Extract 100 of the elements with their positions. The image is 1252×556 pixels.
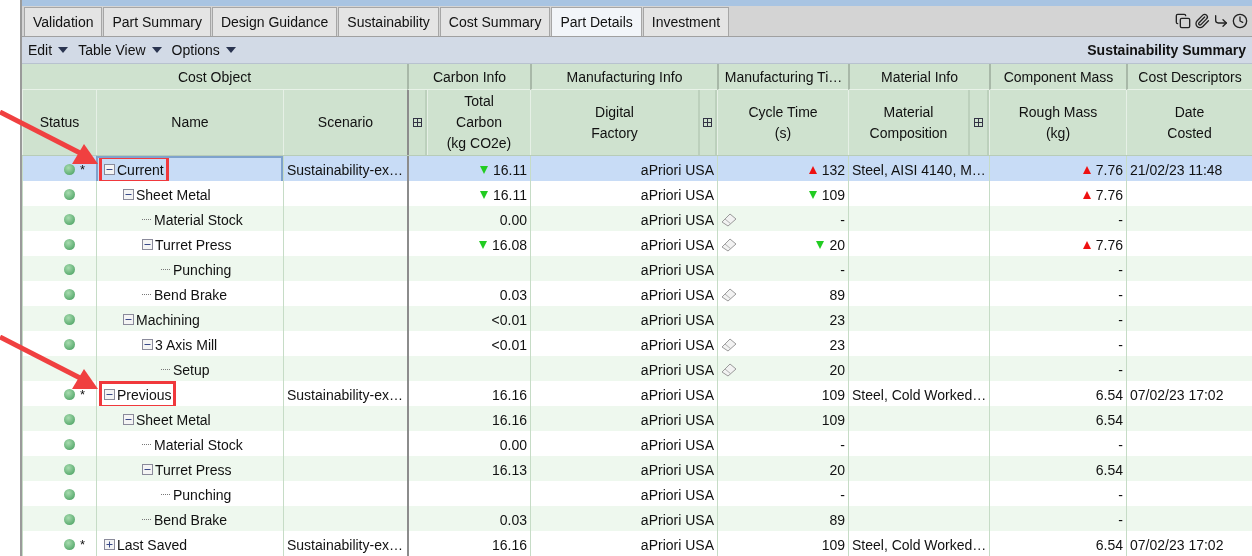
expand-columns-icon[interactable]	[974, 118, 983, 127]
table-cell: 109	[821, 411, 845, 428]
table-cell: aPriori USA	[640, 211, 714, 228]
table-row[interactable]: Setup aPriori USA 20 -	[22, 356, 1252, 381]
table-cell: -	[1118, 211, 1123, 228]
menu-button[interactable]: Table View	[78, 42, 162, 58]
collapse-icon[interactable]	[123, 414, 134, 425]
table-cell: <0.01	[491, 311, 527, 328]
column-header[interactable]: Rough Mass (kg)	[989, 90, 1126, 155]
column-header[interactable]: Digital Factory	[530, 90, 698, 155]
table-cell: Steel, Cold Worked…	[852, 536, 987, 553]
tab[interactable]: Cost Summary	[439, 7, 551, 36]
table-cell: 6.54	[1095, 536, 1123, 553]
table-row[interactable]: Sheet Metal 16.16 aPriori USA 109 6.54	[22, 406, 1252, 431]
collapse-icon[interactable]	[142, 339, 153, 350]
table-cell: 0.03	[499, 286, 527, 303]
caret-icon	[58, 47, 69, 53]
table-row[interactable]: Bend Brake 0.03 aPriori USA 89 -	[22, 281, 1252, 306]
table-cell: 16.16	[491, 411, 527, 428]
paperclip-icon[interactable]	[1194, 13, 1210, 29]
caret-icon	[151, 47, 162, 53]
table-cell: -	[840, 211, 845, 228]
table-cell: 109	[821, 186, 845, 203]
table-cell: 23	[829, 311, 845, 328]
table-cell: -	[1118, 336, 1123, 353]
table-cell: 16.11	[493, 186, 527, 203]
menu-button[interactable]: Options	[171, 42, 236, 58]
table-row[interactable]: Sheet Metal 16.11 aPriori USA 109 7.76	[22, 181, 1252, 206]
tab[interactable]: Sustainability	[338, 7, 439, 36]
table-cell: 0.00	[499, 436, 527, 453]
collapse-icon[interactable]	[123, 314, 134, 325]
expand-columns-icon[interactable]	[412, 118, 422, 127]
table-row[interactable]: * Previous Sustainability-ex… 16.16 aPriori USA 109 Steel, Cold Worked… 6.54 07/02/23 17:02	[22, 381, 1252, 406]
tree-item-label: Machining	[136, 311, 200, 328]
column-header[interactable]: Date Costed	[1126, 90, 1252, 155]
expand-icon[interactable]	[104, 539, 115, 550]
tree-item-label: Sheet Metal	[136, 411, 211, 428]
table-row[interactable]: * Current Sustainability-ex… 16.11 aPriori USA 132 Steel, AISI 4140, M… 7.76 21/02/23 11:48	[22, 156, 1252, 181]
tab[interactable]: Part Summary	[103, 7, 211, 36]
tree-item-label: Material Stock	[154, 211, 243, 228]
column-header[interactable]: Total Carbon (kg CO2e)	[427, 90, 530, 155]
table-cell: <0.01	[491, 336, 527, 353]
table-cell: aPriori USA	[640, 261, 714, 278]
expand-columns-icon[interactable]	[703, 118, 712, 127]
table-cell: aPriori USA	[640, 186, 714, 203]
table-row[interactable]: Material Stock 0.00 aPriori USA - -	[22, 206, 1252, 231]
tree-item-label: Turret Press	[155, 236, 232, 253]
tab[interactable]: Investment	[642, 7, 730, 36]
table-cell: 6.54	[1095, 386, 1123, 403]
menu-button[interactable]: Edit	[28, 42, 69, 58]
table-cell: 109	[821, 386, 845, 403]
tree-item-label: Bend Brake	[154, 286, 228, 303]
tab[interactable]: Design Guidance	[211, 7, 338, 36]
table-row[interactable]: Turret Press 16.13 aPriori USA 20 6.54	[22, 456, 1252, 481]
table-cell: 16.08	[491, 236, 527, 253]
table-cell: 07/02/23 17:02	[1130, 386, 1224, 403]
table-row[interactable]: Punching aPriori USA - -	[22, 481, 1252, 506]
view-title: Sustainability Summary	[1087, 42, 1246, 58]
column-header[interactable]: Cycle Time (s)	[717, 90, 848, 155]
table-cell: 23	[829, 336, 845, 353]
table-row[interactable]: * Last Saved Sustainability-ex… 16.16 aPriori USA 109 Steel, Cold Worked… 6.54 07/02/23 17:02	[22, 531, 1252, 556]
modified-marker: *	[80, 537, 86, 552]
tree-item-label: Setup	[173, 361, 210, 378]
column-header[interactable]: Scenario	[283, 90, 407, 155]
collapse-icon[interactable]	[142, 239, 153, 250]
table-row[interactable]: Machining <0.01 aPriori USA 23 -	[22, 306, 1252, 331]
column-header[interactable]: Material Composition	[848, 90, 968, 155]
connector-icon[interactable]	[1213, 13, 1229, 29]
table-row[interactable]: Punching aPriori USA - -	[22, 256, 1252, 281]
table-cell: -	[1118, 436, 1123, 453]
copy-icon[interactable]	[1175, 13, 1191, 29]
table-cell: -	[840, 436, 845, 453]
collapse-icon[interactable]	[142, 464, 153, 475]
table-row[interactable]: 3 Axis Mill <0.01 aPriori USA 23 -	[22, 331, 1252, 356]
table-cell: Steel, AISI 4140, M…	[852, 161, 986, 178]
table-cell: 0.03	[499, 511, 527, 528]
table-cell: 16.16	[491, 536, 527, 553]
table-cell: -	[1118, 486, 1123, 503]
tree-item-label: Turret Press	[155, 461, 232, 478]
column-header[interactable]: Name	[96, 90, 283, 155]
table-cell: aPriori USA	[640, 536, 714, 553]
table-cell: -	[840, 261, 845, 278]
table-cell: aPriori USA	[640, 311, 714, 328]
table-cell: 0.00	[499, 211, 527, 228]
table-cell: aPriori USA	[640, 486, 714, 503]
tab[interactable]: Part Details	[551, 7, 642, 36]
table-cell: aPriori USA	[640, 361, 714, 378]
table-cell: aPriori USA	[640, 286, 714, 303]
table-row[interactable]: Bend Brake 0.03 aPriori USA 89 -	[22, 506, 1252, 531]
tab[interactable]: Validation	[24, 7, 103, 36]
table-cell: 109	[821, 536, 845, 553]
collapse-icon[interactable]	[104, 389, 115, 400]
modified-marker: *	[80, 162, 86, 177]
table-row[interactable]: Turret Press 16.08 aPriori USA 20 7.76	[22, 231, 1252, 256]
table-cell: 20	[829, 361, 845, 378]
collapse-icon[interactable]	[123, 189, 134, 200]
collapse-icon[interactable]	[104, 164, 115, 175]
clock-icon[interactable]	[1232, 13, 1248, 29]
table-row[interactable]: Material Stock 0.00 aPriori USA - -	[22, 431, 1252, 456]
table-cell: aPriori USA	[640, 511, 714, 528]
